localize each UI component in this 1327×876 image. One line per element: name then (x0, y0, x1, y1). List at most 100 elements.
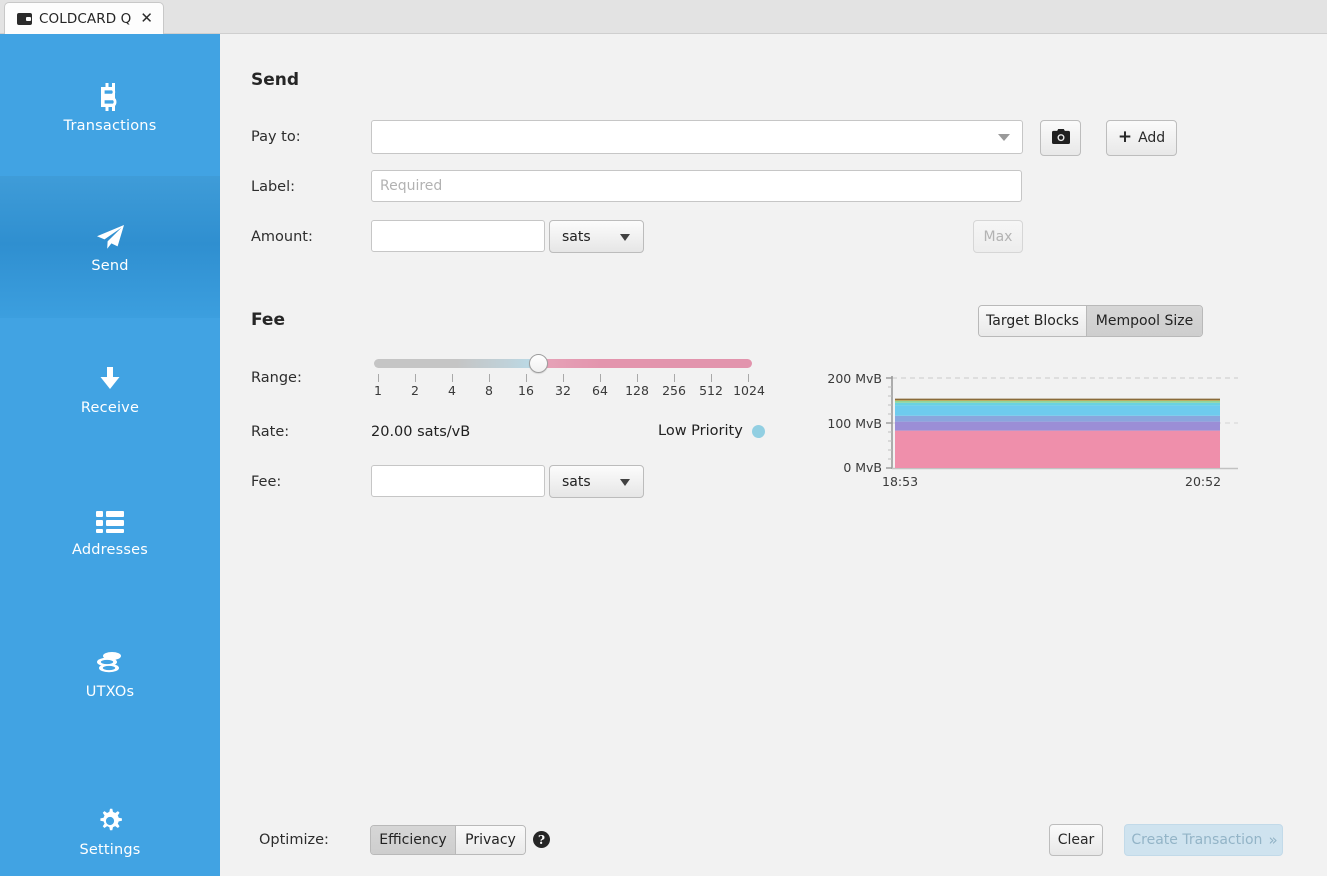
slider-tick (452, 374, 453, 382)
mempool-chart: 200 MvB 100 MvB 0 MvB 18:53 20:52 (820, 371, 1250, 544)
sidebar-item-label: Transactions (63, 118, 157, 134)
fee-unit-value: sats (562, 473, 591, 490)
slider-tick-label: 2 (411, 383, 419, 398)
x-axis-tick-label: 20:52 (1185, 474, 1222, 489)
create-transaction-label: Create Transaction (1131, 832, 1263, 848)
tab-coldcard-q[interactable]: COLDCARD Q ✕ (4, 2, 164, 34)
optimize-efficiency-button[interactable]: Efficiency (371, 826, 455, 854)
fee-range-slider[interactable]: 1 2 4 8 16 32 64 128 256 512 1024 (374, 354, 765, 409)
close-icon[interactable]: ✕ (140, 11, 153, 26)
x-axis-tick-label: 18:53 (882, 474, 919, 489)
bitcoin-icon (97, 80, 123, 114)
create-transaction-button[interactable]: Create Transaction » (1124, 824, 1283, 856)
slider-tick (711, 374, 712, 382)
slider-tick (600, 374, 601, 382)
slider-tick (748, 374, 749, 382)
area-band-3 (895, 415, 1220, 422)
chevron-down-icon[interactable] (998, 134, 1010, 141)
area-band-4 (895, 405, 1220, 416)
application-window: COLDCARD Q ✕ Transactions Send Receive A… (0, 0, 1327, 876)
max-button[interactable]: Max (973, 220, 1023, 253)
area-band-5 (895, 402, 1220, 406)
wallet-icon (17, 12, 32, 25)
pay-to-combobox[interactable] (371, 120, 1023, 154)
sidebar-item-label: Addresses (71, 542, 149, 558)
tab-target-blocks[interactable]: Target Blocks (979, 306, 1086, 336)
optimize-toggle: Efficiency Privacy (370, 825, 526, 855)
priority-label: Low Priority (658, 423, 743, 439)
sidebar-item-addresses[interactable]: Addresses (0, 496, 220, 566)
scan-qr-button[interactable] (1040, 120, 1081, 156)
area-band-1 (895, 430, 1220, 468)
main-content: Send Pay to: + Add Label: Amount: (220, 34, 1327, 876)
slider-tick-label: 256 (662, 383, 686, 398)
tab-bar: COLDCARD Q ✕ (0, 0, 1327, 34)
mempool-area-plot (886, 376, 1238, 470)
clear-button[interactable]: Clear (1049, 824, 1103, 856)
arrow-down-icon (98, 362, 122, 396)
priority-indicator: Low Priority (658, 423, 765, 439)
sidebar-item-receive[interactable]: Receive (0, 354, 220, 424)
plus-icon: + (1117, 127, 1133, 147)
optimize-privacy-button[interactable]: Privacy (455, 826, 525, 854)
slider-tick-label: 4 (448, 383, 456, 398)
sidebar-item-utxos[interactable]: UTXOs (0, 638, 220, 708)
clear-button-label: Clear (1057, 832, 1095, 848)
add-recipient-button[interactable]: + Add (1106, 120, 1177, 156)
slider-tick-label: 16 (518, 383, 534, 398)
slider-tick (637, 374, 638, 382)
y-axis-tick-label: 0 MvB (843, 460, 882, 475)
slider-handle[interactable] (529, 354, 548, 373)
rate-label: Rate: (251, 424, 290, 440)
fee-heading: Fee (251, 310, 285, 330)
amount-unit-select[interactable]: sats (549, 220, 644, 253)
y-axis-tick-label: 200 MvB (827, 371, 882, 386)
add-button-label: Add (1138, 130, 1166, 146)
slider-tick (415, 374, 416, 382)
area-band-2 (895, 421, 1220, 431)
label-input[interactable] (371, 170, 1022, 202)
slider-tick-label: 1 (374, 383, 382, 398)
y-axis-tick-label: 100 MvB (827, 416, 882, 431)
slider-tick (563, 374, 564, 382)
page-title: Send (251, 70, 300, 90)
slider-tick (489, 374, 490, 382)
pay-to-input[interactable] (372, 121, 1002, 153)
slider-tick-label: 8 (485, 383, 493, 398)
slider-tick-label: 32 (555, 383, 571, 398)
area-band-7 (895, 400, 1220, 401)
optimize-label: Optimize: (259, 832, 329, 848)
amount-unit-value: sats (562, 228, 591, 245)
sidebar-item-label: Receive (80, 400, 140, 416)
slider-tick-label: 64 (592, 383, 608, 398)
area-band-8 (895, 398, 1220, 400)
paper-plane-icon (95, 220, 125, 254)
slider-tick (526, 374, 527, 382)
coins-icon (96, 646, 124, 680)
sidebar-item-send[interactable]: Send (0, 176, 220, 318)
sidebar-item-label: Send (91, 258, 129, 274)
chart-view-toggle: Target Blocks Mempool Size (978, 305, 1203, 337)
amount-label: Amount: (251, 229, 313, 245)
slider-tick-label: 512 (699, 383, 723, 398)
sidebar-item-transactions[interactable]: Transactions (0, 72, 220, 142)
sidebar-item-settings[interactable]: Settings (0, 796, 220, 866)
tab-mempool-size[interactable]: Mempool Size (1086, 306, 1202, 336)
pay-to-label: Pay to: (251, 129, 301, 145)
fee-unit-select[interactable]: sats (549, 465, 644, 498)
area-band-6 (895, 400, 1220, 403)
priority-dot-icon (751, 424, 765, 438)
fee-input[interactable] (371, 465, 545, 497)
slider-track[interactable] (374, 359, 752, 368)
sidebar: Transactions Send Receive Addresses UTXO… (0, 34, 220, 876)
slider-tick-label: 128 (625, 383, 649, 398)
max-button-label: Max (983, 228, 1013, 245)
double-chevron-right-icon: » (1268, 831, 1277, 849)
chevron-down-icon (620, 233, 630, 241)
slider-tick (378, 374, 379, 382)
amount-input[interactable] (371, 220, 545, 252)
question-mark-icon[interactable]: ? (533, 831, 550, 848)
camera-icon (1051, 128, 1070, 148)
sidebar-item-label: UTXOs (85, 684, 135, 700)
slider-tick-label: 1024 (733, 383, 765, 398)
